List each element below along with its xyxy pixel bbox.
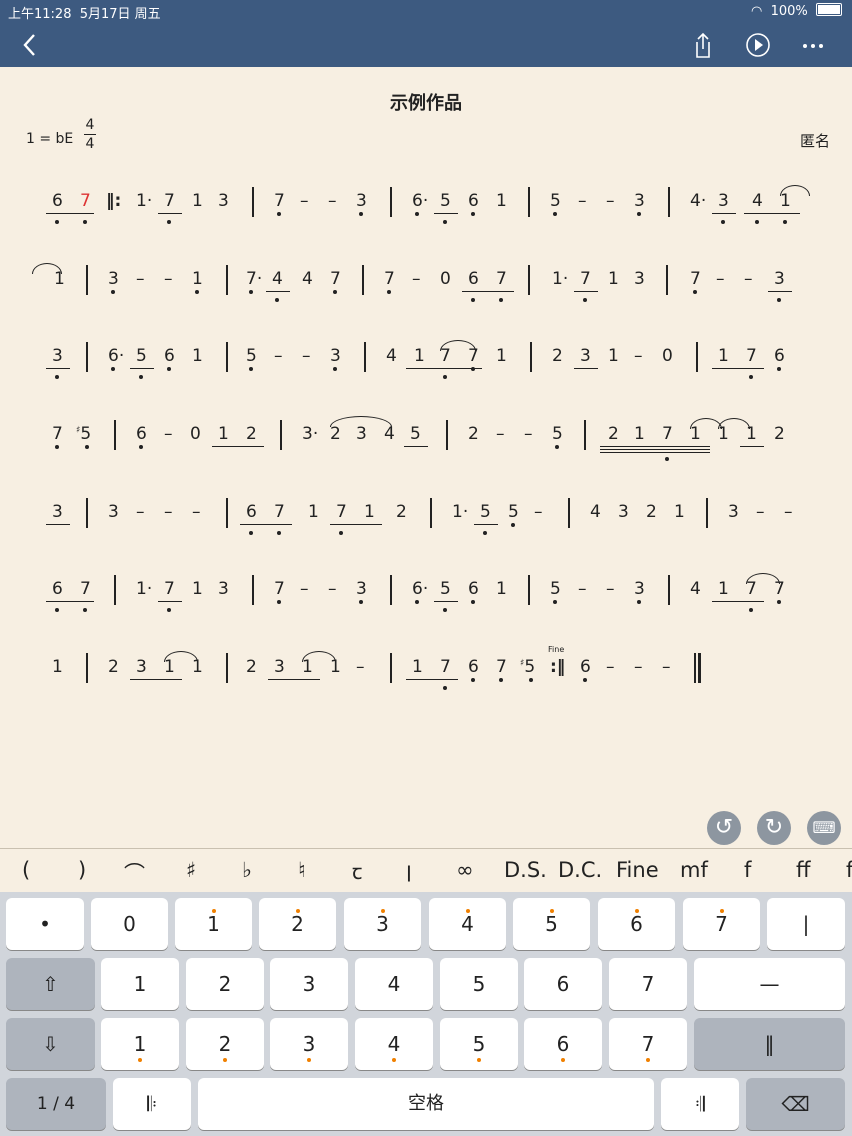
score-page: 示例作品 1 = bE 4 4 匿名 67 ‖: 1· 7 13 7 – –3 6·… (0, 67, 852, 847)
symbol-tie[interactable]: ⌒ (124, 858, 145, 888)
key-low-7[interactable]: 7 (609, 1018, 687, 1070)
keyboard-toggle-button[interactable]: ⌨ (807, 811, 841, 845)
key-high-4[interactable]: 4 (429, 898, 506, 950)
key-high-1[interactable]: 1 (175, 898, 252, 950)
symbol-close-paren[interactable]: ) (78, 858, 86, 882)
keyboard-icon: ⌨ (812, 818, 836, 837)
symbol-dc[interactable]: D.C. (558, 858, 602, 882)
key-double-barline[interactable]: ‖ (694, 1018, 845, 1070)
key-dash[interactable]: — (694, 958, 845, 1010)
redo-button[interactable]: ↻ (757, 811, 791, 845)
key-barline[interactable]: | (767, 898, 845, 950)
symbol-triplet-a[interactable]: ꞇ (352, 858, 362, 886)
author-label: 匿名 (799, 132, 830, 150)
score-row-6[interactable]: 67 1· 7 13 7 – –3 6· 5 61 5 – –3 417 7 (0, 573, 852, 619)
key-high-7[interactable]: 7 (683, 898, 760, 950)
key-rest-0[interactable]: 0 (91, 898, 168, 950)
score-row-4[interactable]: 7 ♯5 6 –0 12 3· 2 3 4 5 2– – 5 21711 1 2 (0, 416, 852, 464)
redo-icon: ↻ (764, 815, 784, 840)
symbol-mf[interactable]: mf (680, 858, 708, 882)
play-icon[interactable] (743, 30, 773, 60)
wifi-icon: ◠ (750, 4, 763, 19)
key-low-2[interactable]: 2 (186, 1018, 264, 1070)
score-row-5[interactable]: 3 3– – – 67 171 2 1· 5 5 – 4321 3– – (0, 498, 852, 542)
key-delete[interactable]: ⌫ (746, 1078, 845, 1130)
symbol-f[interactable]: f (744, 858, 751, 882)
nav-bar (0, 22, 852, 67)
key-low-6[interactable]: 6 (524, 1018, 602, 1070)
status-battery: ◠ 100% (751, 3, 842, 19)
key-signature: 1 = bE (26, 131, 74, 147)
shift-up-icon: ⇧ (42, 972, 59, 996)
key-low-4[interactable]: 4 (355, 1018, 433, 1070)
time-signature: 4 4 (84, 117, 96, 152)
key-high-5[interactable]: 5 (513, 898, 590, 950)
battery-icon (816, 3, 842, 16)
key-octave-up[interactable]: ⇧ (6, 958, 95, 1010)
score-row-1[interactable]: 67 ‖: 1· 7 13 7 – –3 6· 5 6 1 5 – –3 4· 3 4… (0, 185, 852, 231)
status-bar: 上午11:28 5月17日 周五 ◠ 100% (0, 0, 852, 22)
status-time: 上午11:28 5月17日 周五 (8, 7, 161, 22)
symbol-segno[interactable]: ∞ (456, 858, 474, 882)
key-mid-1[interactable]: 1 (101, 958, 179, 1010)
symbol-fine[interactable]: Fine (616, 858, 659, 882)
undo-button[interactable]: ↺ (707, 811, 741, 845)
key-space[interactable]: 空格 (198, 1078, 654, 1130)
key-mid-7[interactable]: 7 (609, 958, 687, 1010)
key-mid-2[interactable]: 2 (186, 958, 264, 1010)
symbol-f-partial[interactable]: f (846, 858, 852, 882)
symbol-bar: ( ) ⌒ ♯ ♭ ♮ ꞇ ꞁ ∞ D.S. D.C. Fine mf f ff… (0, 848, 852, 893)
key-low-1[interactable]: 1 (101, 1018, 179, 1070)
key-mid-6[interactable]: 6 (524, 958, 602, 1010)
key-high-3[interactable]: 3 (344, 898, 421, 950)
share-icon[interactable] (688, 30, 718, 60)
score-row-3[interactable]: 3 6· 5 61 5 – –3 4177 1 23 1–0 17 6 (0, 340, 852, 386)
symbol-open-paren[interactable]: ( (22, 858, 30, 882)
key-mid-5[interactable]: 5 (440, 958, 518, 1010)
undo-icon: ↺ (714, 815, 734, 840)
key-high-2[interactable]: 2 (259, 898, 336, 950)
symbol-natural[interactable]: ♮ (298, 858, 306, 882)
key-repeat-end[interactable]: 𝄇 (661, 1078, 739, 1130)
delete-icon: ⌫ (781, 1092, 810, 1116)
score-title: 示例作品 (390, 93, 462, 114)
key-repeat-start[interactable]: 𝄆 (113, 1078, 191, 1130)
key-mid-3[interactable]: 3 (270, 958, 348, 1010)
symbol-ff[interactable]: ff (796, 858, 810, 882)
key-low-5[interactable]: 5 (440, 1018, 518, 1070)
score-row-7[interactable]: 1 231 1 231 1– 17 6 7 ♯5 Fine :‖ 6 – – – (0, 645, 852, 697)
fine-mark: Fine (548, 645, 565, 654)
score-row-2[interactable]: 1 3 – –1 7· 4 47 7 –0 67 1· 7 13 7 – – 3 (0, 263, 852, 309)
notation-keyboard: • 0 1 2 3 4 5 6 7 | ⇧ 1 2 3 4 5 6 7 — ⇩ … (0, 892, 852, 1136)
key-low-3[interactable]: 3 (270, 1018, 348, 1070)
key-dot[interactable]: • (6, 898, 84, 950)
back-icon[interactable] (16, 30, 46, 60)
key-mid-4[interactable]: 4 (355, 958, 433, 1010)
symbol-ds[interactable]: D.S. (504, 858, 547, 882)
symbol-triplet-b[interactable]: ꞁ (406, 858, 412, 882)
key-octave-down[interactable]: ⇩ (6, 1018, 95, 1070)
shift-down-icon: ⇩ (42, 1032, 59, 1056)
key-page-indicator[interactable]: 1 / 4 (6, 1078, 106, 1130)
more-icon[interactable] (798, 30, 828, 60)
symbol-sharp[interactable]: ♯ (186, 858, 196, 882)
key-high-6[interactable]: 6 (598, 898, 675, 950)
symbol-flat[interactable]: ♭ (242, 858, 252, 882)
